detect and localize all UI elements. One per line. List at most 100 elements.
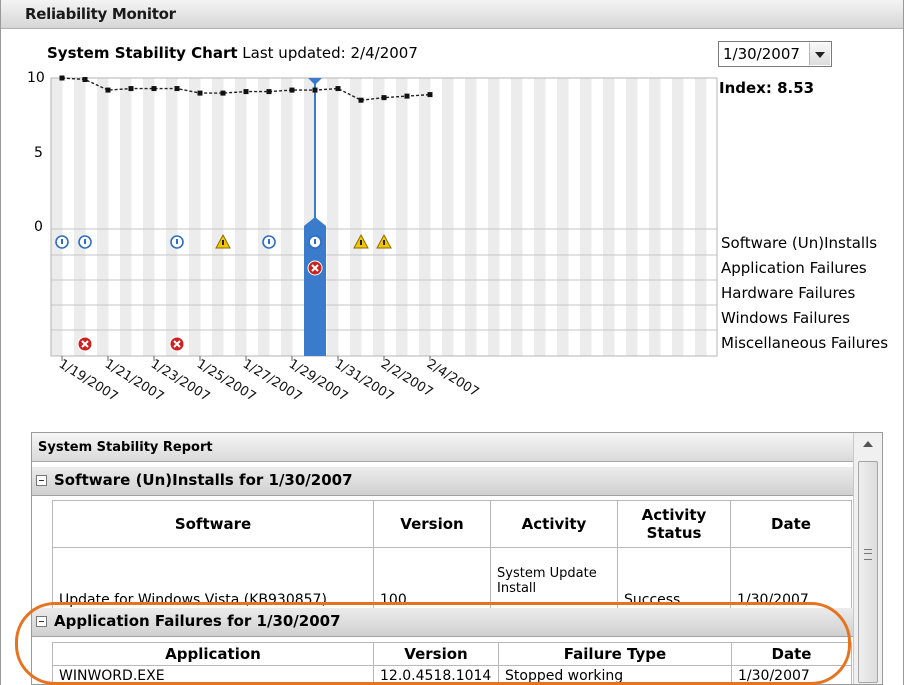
column-header: Software bbox=[52, 500, 374, 548]
scroll-thumb[interactable] bbox=[858, 461, 878, 683]
stability-index-point[interactable] bbox=[427, 92, 433, 98]
chart-column bbox=[327, 78, 339, 356]
stability-index-point[interactable] bbox=[381, 95, 387, 101]
chart-column bbox=[177, 78, 189, 356]
chart-column bbox=[614, 78, 626, 356]
application-failures-section-header[interactable]: Application Failures for 1/30/2007 bbox=[32, 608, 854, 637]
chart-column bbox=[488, 78, 500, 356]
software-section-header[interactable]: Software (Un)Installs for 1/30/2007 bbox=[32, 467, 854, 496]
table-cell: 1/30/2007 bbox=[730, 547, 852, 615]
table-cell: 12.0.4518.1014 bbox=[373, 665, 499, 684]
chart-column bbox=[212, 78, 224, 356]
info-icon-mark bbox=[176, 239, 178, 244]
table-header-row: Application Version Failure Type Date bbox=[52, 642, 852, 666]
stability-chart[interactable]: 1/19/20071/21/20071/23/20071/25/20071/27… bbox=[1, 0, 904, 430]
column-header: Activity Status bbox=[617, 500, 731, 548]
stability-index-point[interactable] bbox=[289, 87, 295, 93]
stability-index-point[interactable] bbox=[197, 90, 203, 96]
chart-column bbox=[269, 78, 281, 356]
table-cell: WINWORD.EXE bbox=[52, 665, 374, 684]
stability-index-point[interactable] bbox=[105, 87, 111, 93]
table-cell: Update for Windows Vista (KB930857) bbox=[52, 547, 374, 615]
chart-column bbox=[649, 78, 661, 356]
chart-column bbox=[453, 78, 465, 356]
stability-index-point[interactable] bbox=[220, 90, 226, 96]
x-tick-label: 2/4/2007 bbox=[424, 357, 481, 401]
table-header-row: Software Version Activity Activity Statu… bbox=[52, 500, 852, 548]
collapse-icon[interactable] bbox=[36, 616, 47, 627]
chart-column bbox=[131, 78, 143, 356]
chart-column bbox=[557, 78, 569, 356]
table-cell: Success bbox=[617, 547, 731, 615]
chart-column bbox=[200, 78, 212, 356]
column-header: Date bbox=[731, 642, 852, 666]
chart-column bbox=[396, 78, 408, 356]
chart-column bbox=[373, 78, 385, 356]
chart-column bbox=[74, 78, 86, 356]
chart-column bbox=[511, 78, 523, 356]
chart-column bbox=[62, 78, 74, 356]
software-table: Software Version Activity Activity Statu… bbox=[52, 500, 852, 615]
chart-column bbox=[154, 78, 166, 356]
chart-column bbox=[258, 78, 270, 356]
table-row[interactable]: WINWORD.EXE 12.0.4518.1014 Stopped worki… bbox=[52, 665, 852, 684]
stability-index-point[interactable] bbox=[266, 89, 272, 95]
chart-column bbox=[683, 78, 695, 356]
stability-index-point[interactable] bbox=[174, 86, 180, 92]
stability-index-point[interactable] bbox=[312, 87, 318, 93]
stability-index-point[interactable] bbox=[243, 89, 249, 95]
stability-index-point[interactable] bbox=[128, 86, 134, 92]
stability-index-point[interactable] bbox=[404, 93, 410, 99]
software-section-title: Software (Un)Installs for 1/30/2007 bbox=[54, 471, 353, 489]
stability-index-point[interactable] bbox=[82, 77, 88, 83]
stability-index-point[interactable] bbox=[358, 97, 364, 103]
chart-column bbox=[120, 78, 132, 356]
chart-column bbox=[430, 78, 442, 356]
warning-icon-mark bbox=[222, 240, 224, 245]
info-icon-mark bbox=[314, 239, 316, 244]
table-cell: Stopped working bbox=[498, 665, 732, 684]
collapse-icon[interactable] bbox=[36, 475, 47, 486]
scroll-up-arrow-icon[interactable] bbox=[863, 441, 873, 447]
chart-column bbox=[706, 78, 718, 356]
chart-column bbox=[580, 78, 592, 356]
report-header: System Stability Report bbox=[32, 433, 854, 462]
info-icon-mark bbox=[84, 239, 86, 244]
chart-column bbox=[545, 78, 557, 356]
application-failures-table: Application Version Failure Type Date WI… bbox=[52, 642, 852, 684]
chart-column bbox=[465, 78, 477, 356]
chart-column bbox=[97, 78, 109, 356]
chart-column bbox=[534, 78, 546, 356]
stability-index-point[interactable] bbox=[335, 86, 341, 92]
chart-column bbox=[350, 78, 362, 356]
chart-column bbox=[522, 78, 534, 356]
reliability-monitor-window: Reliability Monitor System Stability Cha… bbox=[0, 0, 904, 685]
column-header: Application bbox=[52, 642, 374, 666]
stability-index-point[interactable] bbox=[59, 75, 65, 81]
chart-column bbox=[166, 78, 178, 356]
chart-column bbox=[246, 78, 258, 356]
column-header: Activity bbox=[490, 500, 618, 548]
column-header: Version bbox=[373, 642, 499, 666]
chart-column bbox=[338, 78, 350, 356]
chart-column bbox=[660, 78, 672, 356]
chart-column bbox=[108, 78, 120, 356]
chart-column bbox=[189, 78, 201, 356]
chart-column bbox=[603, 78, 615, 356]
chart-column bbox=[568, 78, 580, 356]
chart-column bbox=[51, 78, 63, 356]
chart-column bbox=[442, 78, 454, 356]
chart-column bbox=[361, 78, 373, 356]
chart-column bbox=[407, 78, 419, 356]
chart-column bbox=[419, 78, 431, 356]
chart-column bbox=[292, 78, 304, 356]
chart-column bbox=[672, 78, 684, 356]
chart-column bbox=[499, 78, 511, 356]
table-row[interactable]: Update for Windows Vista (KB930857) 100 … bbox=[52, 547, 852, 615]
chart-column bbox=[476, 78, 488, 356]
column-header: Version bbox=[373, 500, 491, 548]
info-icon-mark bbox=[61, 239, 63, 244]
chart-column bbox=[626, 78, 638, 356]
report-scrollbar[interactable] bbox=[853, 433, 882, 684]
stability-index-point[interactable] bbox=[151, 86, 157, 92]
